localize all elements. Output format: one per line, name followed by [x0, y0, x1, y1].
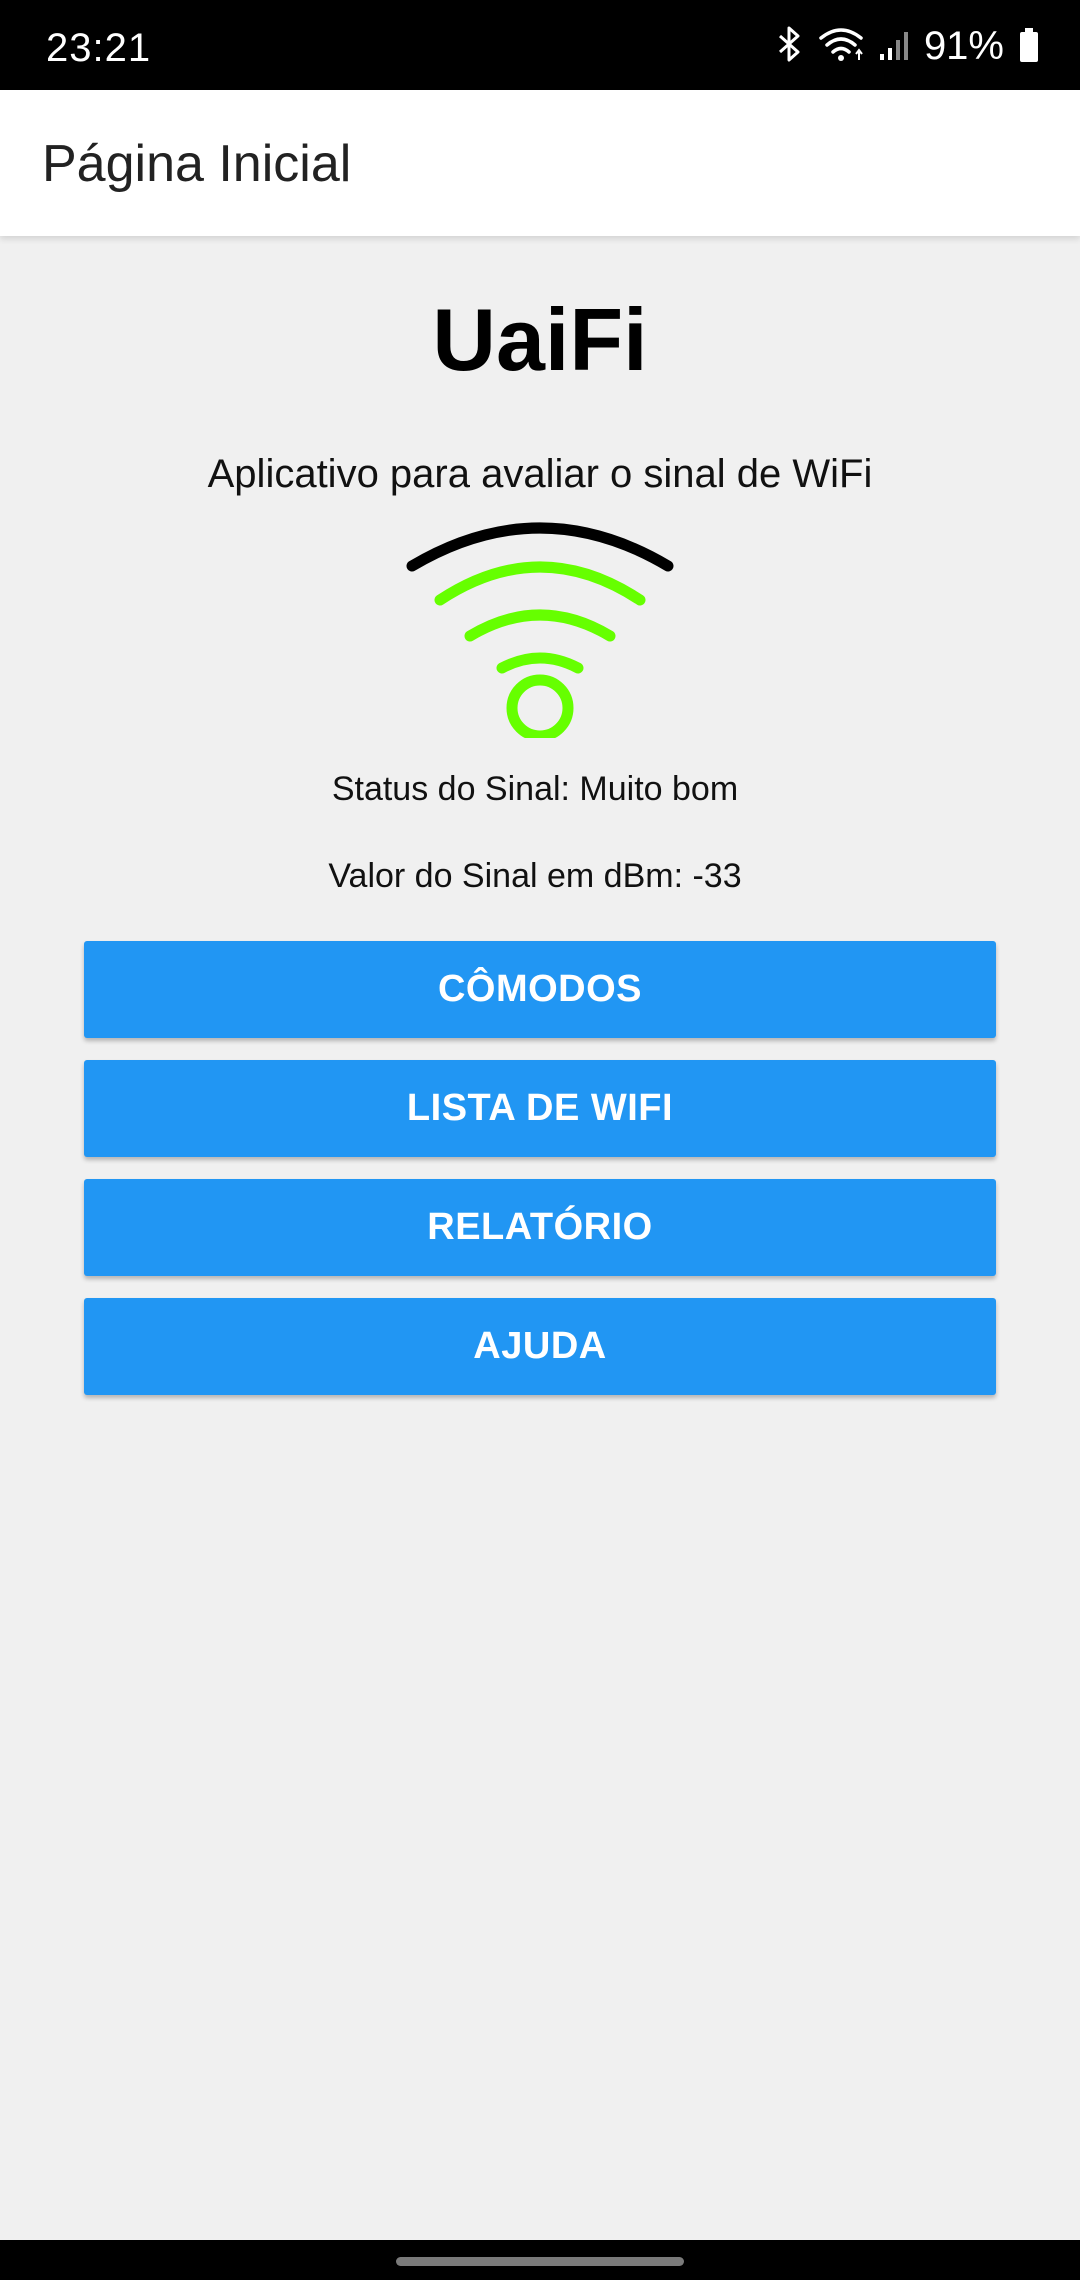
report-button[interactable]: RELATÓRIO — [84, 1179, 996, 1276]
app-subtitle: Aplicativo para avaliar o sinal de WiFi — [207, 452, 873, 496]
wifi-status-icon — [818, 24, 864, 69]
main-content: UaiFi Aplicativo para avaliar o sinal de… — [0, 236, 1080, 2240]
system-navigation-bar — [0, 2240, 1080, 2280]
signal-status-text: Status do Sinal: Muito bom — [331, 770, 739, 808]
signal-value-text: Valor do Sinal em dBm: -33 — [328, 857, 742, 895]
status-bar: 23:21 91% — [0, 0, 1080, 90]
page-title: Página Inicial — [42, 135, 352, 193]
status-icons: 91% — [774, 24, 1040, 68]
app-brand-title: UaiFi — [432, 290, 648, 389]
rooms-button[interactable]: CÔMODOS — [84, 941, 996, 1038]
wifi-signal-icon — [400, 508, 680, 742]
bluetooth-icon — [774, 24, 804, 69]
wifi-list-button[interactable]: LISTA DE WIFI — [84, 1060, 996, 1157]
home-gesture-handle[interactable] — [396, 2257, 684, 2266]
help-button[interactable]: AJUDA — [84, 1298, 996, 1395]
app-bar: Página Inicial — [0, 90, 1080, 236]
cellular-signal-icon — [878, 24, 910, 69]
battery-percentage: 91% — [923, 24, 1004, 68]
status-time: 23:21 — [46, 26, 152, 70]
battery-icon — [1018, 24, 1040, 69]
